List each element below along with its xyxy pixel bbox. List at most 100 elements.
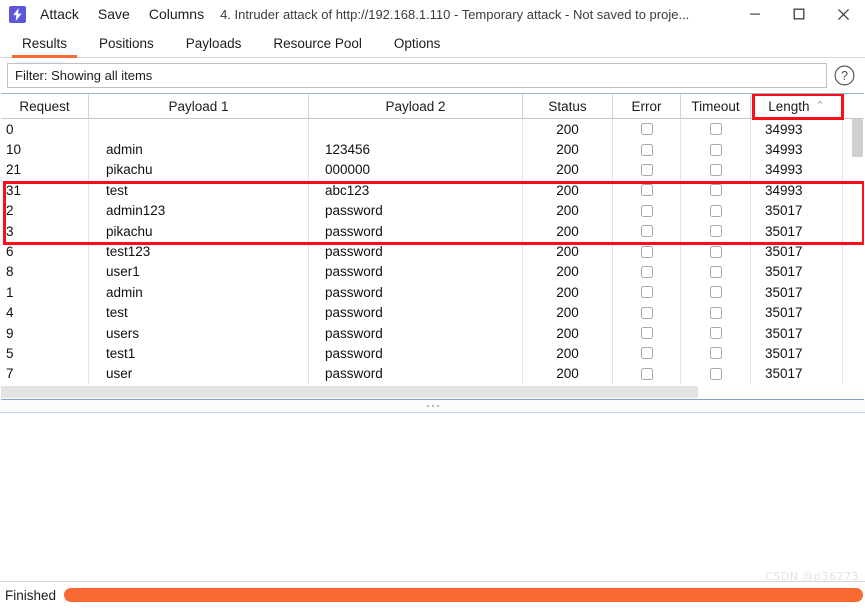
timeout-checkbox[interactable] xyxy=(709,286,722,299)
error-checkbox[interactable] xyxy=(640,163,653,176)
error-cell xyxy=(613,159,681,181)
request-response-pane xyxy=(0,412,865,582)
table-row[interactable]: 31 test abc123 200 34993 xyxy=(1,180,864,201)
cell-payload-2: password xyxy=(309,241,523,262)
table-row[interactable]: 3 pikachu password 200 35017 xyxy=(1,220,864,242)
table-row[interactable]: 6 test123 password 200 35017 xyxy=(1,241,864,262)
table-row[interactable]: 1 admin password 200 35017 xyxy=(1,282,864,303)
cell-length: 35017 xyxy=(751,261,843,283)
pane-splitter[interactable] xyxy=(0,400,865,412)
timeout-checkbox[interactable] xyxy=(709,265,722,278)
timeout-checkbox[interactable] xyxy=(709,347,722,360)
cell-payload-2: password xyxy=(309,322,523,344)
table-row[interactable]: 5 test1 password 200 35017 xyxy=(1,343,864,364)
cell-payload-2: password xyxy=(309,282,523,303)
timeout-checkbox[interactable] xyxy=(709,163,722,176)
cell-status: 200 xyxy=(523,220,613,242)
error-checkbox[interactable] xyxy=(640,245,653,258)
timeout-checkbox[interactable] xyxy=(709,204,722,217)
timeout-checkbox[interactable] xyxy=(709,184,722,197)
cell-payload-1: admin xyxy=(89,282,309,303)
attack-progress-bar xyxy=(64,588,863,602)
column-header-error[interactable]: Error xyxy=(613,94,681,118)
cell-payload-1: user1 xyxy=(89,261,309,283)
column-header-payload-1[interactable]: Payload 1 xyxy=(89,94,309,118)
horizontal-scroll-thumb[interactable] xyxy=(1,386,698,398)
table-row[interactable]: 21 pikachu 000000 200 34993 xyxy=(1,159,864,181)
timeout-checkbox[interactable] xyxy=(709,123,722,136)
timeout-cell xyxy=(681,282,751,303)
error-cell xyxy=(613,241,681,262)
menu-item-save[interactable]: Save xyxy=(98,6,130,22)
timeout-checkbox[interactable] xyxy=(709,367,722,380)
error-checkbox[interactable] xyxy=(640,306,653,319)
table-row[interactable]: 0 200 34993 xyxy=(1,119,864,140)
cell-payload-1: test123 xyxy=(89,241,309,262)
table-row[interactable]: 4 test password 200 35017 xyxy=(1,302,864,323)
cell-length: 35017 xyxy=(751,241,843,262)
sort-ascending-icon: ⌃ xyxy=(815,99,825,112)
tab-resource-pool[interactable]: Resource Pool xyxy=(257,36,378,57)
error-checkbox[interactable] xyxy=(640,327,653,340)
tab-payloads[interactable]: Payloads xyxy=(170,36,258,57)
question-mark-icon[interactable]: ? xyxy=(831,62,858,89)
timeout-checkbox[interactable] xyxy=(709,225,722,238)
table-vertical-scrollbar[interactable] xyxy=(851,119,864,386)
close-button[interactable] xyxy=(821,0,865,28)
timeout-checkbox[interactable] xyxy=(709,306,722,319)
timeout-cell xyxy=(681,180,751,201)
column-header-request[interactable]: Request xyxy=(1,94,89,118)
error-checkbox[interactable] xyxy=(640,286,653,299)
window-title: 4. Intruder attack of http://192.168.1.1… xyxy=(220,6,690,22)
cell-status: 200 xyxy=(523,261,613,283)
maximize-button[interactable] xyxy=(777,0,821,28)
timeout-checkbox[interactable] xyxy=(709,143,722,156)
table-row[interactable]: 7 user password 200 35017 xyxy=(1,363,864,385)
error-checkbox[interactable] xyxy=(640,123,653,136)
window-controls xyxy=(733,0,865,28)
error-checkbox[interactable] xyxy=(640,225,653,238)
tab-options[interactable]: Options xyxy=(378,36,457,57)
column-header-length[interactable]: Length ⌃ xyxy=(751,94,843,118)
table-row[interactable]: 8 user1 password 200 35017 xyxy=(1,261,864,283)
cell-request: 8 xyxy=(1,261,89,283)
cell-status: 200 xyxy=(523,241,613,262)
attack-status-label: Finished xyxy=(5,587,57,603)
timeout-cell xyxy=(681,363,751,385)
menu-item-attack[interactable]: Attack xyxy=(40,6,79,22)
timeout-checkbox[interactable] xyxy=(709,327,722,340)
timeout-checkbox[interactable] xyxy=(709,245,722,258)
intruder-attack-window: Attack Save Columns 4. Intruder attack o… xyxy=(0,0,865,608)
timeout-cell xyxy=(681,302,751,323)
menu-item-columns[interactable]: Columns xyxy=(149,6,204,22)
cell-length: 34993 xyxy=(751,159,843,181)
tab-positions[interactable]: Positions xyxy=(83,36,170,57)
table-row[interactable]: 10 admin 123456 200 34993 xyxy=(1,139,864,160)
timeout-cell xyxy=(681,159,751,181)
cell-payload-2: password xyxy=(309,261,523,283)
filter-row: Filter: Showing all items ? xyxy=(0,58,865,93)
cell-request: 4 xyxy=(1,302,89,323)
cell-payload-1: test xyxy=(89,302,309,323)
column-header-payload-2[interactable]: Payload 2 xyxy=(309,94,523,118)
cell-length: 35017 xyxy=(751,200,843,221)
column-header-timeout[interactable]: Timeout xyxy=(681,94,751,118)
column-header-status[interactable]: Status xyxy=(523,94,613,118)
cell-payload-2: password xyxy=(309,363,523,385)
minimize-button[interactable] xyxy=(733,0,777,28)
table-horizontal-scrollbar[interactable] xyxy=(1,386,864,399)
error-checkbox[interactable] xyxy=(640,204,653,217)
cell-payload-1: users xyxy=(89,322,309,344)
tab-results[interactable]: Results xyxy=(6,36,83,58)
error-cell xyxy=(613,282,681,303)
error-checkbox[interactable] xyxy=(640,367,653,380)
vertical-scroll-thumb[interactable] xyxy=(852,119,863,157)
table-row[interactable]: 2 admin123 password 200 35017 xyxy=(1,200,864,221)
cell-status: 200 xyxy=(523,363,613,385)
table-row[interactable]: 9 users password 200 35017 xyxy=(1,322,864,344)
filter-bar[interactable]: Filter: Showing all items xyxy=(7,63,827,88)
error-checkbox[interactable] xyxy=(640,265,653,278)
error-checkbox[interactable] xyxy=(640,143,653,156)
error-checkbox[interactable] xyxy=(640,347,653,360)
error-checkbox[interactable] xyxy=(640,184,653,197)
